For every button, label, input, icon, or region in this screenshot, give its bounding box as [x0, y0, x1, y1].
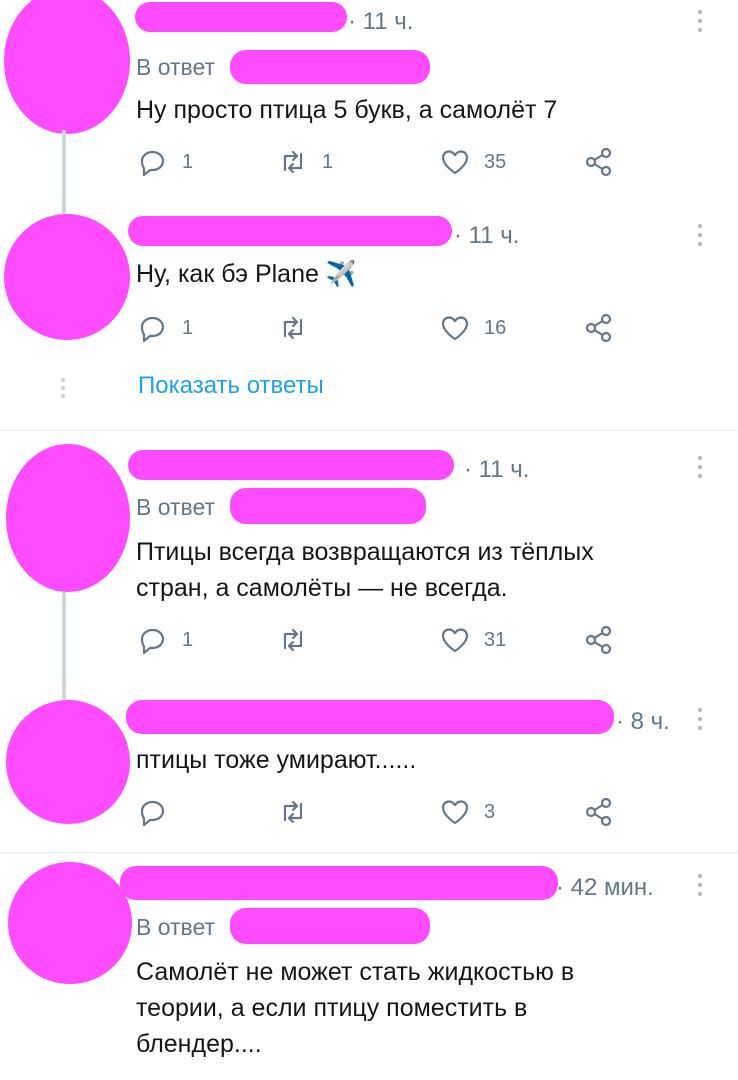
- like-button[interactable]: 31: [438, 624, 506, 656]
- retweet-icon: [283, 628, 303, 652]
- tweet-text: Самолёт не может стать жидкостью в теори…: [136, 954, 696, 1062]
- share-button[interactable]: [582, 624, 616, 656]
- tweet-text-line: теории, а если птицу поместить в: [136, 994, 528, 1022]
- share-icon: [585, 625, 612, 655]
- tweet-text: Птицы всегда возвращаются из тёплых стра…: [136, 534, 696, 606]
- reply-button[interactable]: 1: [136, 312, 193, 344]
- like-icon: [441, 628, 469, 653]
- tweet-text: Ну, как бэ Plane ✈️: [136, 260, 357, 288]
- avatar[interactable]: [4, 214, 130, 340]
- redacted-reply-handle: [230, 908, 430, 944]
- redacted-username: [128, 216, 452, 246]
- like-button[interactable]: 16: [438, 312, 506, 344]
- redacted-reply-handle: [230, 488, 426, 524]
- tweet-text-line: стран, а самолёты — не всегда.: [136, 574, 508, 602]
- reply-icon: [140, 150, 165, 177]
- tweet-text-line: Птицы всегда возвращаются из тёплых: [136, 538, 594, 566]
- share-button[interactable]: [582, 146, 616, 178]
- like-count: 31: [484, 628, 507, 651]
- tweet-actions: 1 31: [136, 624, 656, 656]
- retweet-button[interactable]: [276, 796, 322, 828]
- thread-line: [62, 592, 66, 700]
- avatar[interactable]: [6, 700, 130, 824]
- redacted-username: [120, 866, 558, 900]
- tweet-actions: 3: [136, 796, 656, 828]
- like-icon: [441, 150, 469, 175]
- divider: [0, 430, 738, 431]
- reply-to-label: В ответ: [136, 914, 216, 940]
- tweet-time: · 11 ч.: [454, 222, 520, 249]
- tweet-actions: 1 16: [136, 312, 656, 344]
- tweet-time: · 8 ч.: [616, 708, 670, 735]
- reply-button[interactable]: [136, 796, 182, 828]
- redacted-reply-handle: [230, 50, 430, 84]
- divider: [0, 852, 738, 853]
- retweet-button[interactable]: [276, 624, 322, 656]
- thread-continuation-dots: [60, 378, 66, 402]
- tweet-text-line: блендер....: [136, 1030, 262, 1058]
- tweet-time: · 11 ч.: [464, 456, 530, 483]
- retweet-button[interactable]: [276, 312, 322, 344]
- tweet-time: · 42 мин.: [556, 874, 654, 901]
- reply-to-label: В ответ: [136, 494, 216, 520]
- more-icon[interactable]: [694, 10, 706, 46]
- tweet-text: Ну просто птица 5 букв, а самолёт 7: [136, 96, 558, 124]
- like-button[interactable]: 35: [438, 146, 506, 178]
- retweet-icon: [283, 150, 303, 174]
- share-icon: [585, 797, 612, 827]
- reply-button[interactable]: 1: [136, 146, 193, 178]
- reply-icon: [140, 800, 165, 827]
- share-icon: [585, 147, 612, 177]
- tweet-actions: 1 1 35: [136, 146, 656, 178]
- show-replies-link[interactable]: Показать ответы: [138, 372, 324, 400]
- like-count: 3: [484, 800, 496, 823]
- retweet-icon: [283, 316, 303, 340]
- tweet-text: птицы тоже умирают......: [136, 746, 417, 774]
- redacted-username: [135, 2, 347, 32]
- reply-icon: [140, 628, 165, 655]
- retweet-count: 1: [322, 150, 334, 173]
- reply-to-label: В ответ: [136, 54, 216, 80]
- share-button[interactable]: [582, 796, 616, 828]
- more-icon[interactable]: [694, 456, 706, 492]
- share-icon: [585, 313, 612, 343]
- like-count: 16: [484, 316, 507, 339]
- like-icon: [441, 800, 469, 825]
- more-icon[interactable]: [694, 874, 706, 910]
- retweet-icon: [283, 800, 303, 824]
- reply-icon: [140, 316, 165, 343]
- reply-count: 1: [182, 150, 194, 173]
- more-icon[interactable]: [694, 708, 706, 744]
- tweet-time: · 11 ч.: [348, 8, 414, 35]
- avatar[interactable]: [8, 862, 132, 984]
- redacted-username: [128, 450, 454, 480]
- avatar[interactable]: [4, 0, 130, 134]
- tweet-text-line: Самолёт не может стать жидкостью в: [136, 958, 575, 986]
- reply-button[interactable]: 1: [136, 624, 193, 656]
- like-button[interactable]: 3: [438, 796, 495, 828]
- reply-count: 1: [182, 316, 194, 339]
- like-icon: [441, 316, 469, 341]
- more-icon[interactable]: [694, 224, 706, 260]
- share-button[interactable]: [582, 312, 616, 344]
- retweet-button[interactable]: 1: [276, 146, 333, 178]
- like-count: 35: [484, 150, 507, 173]
- avatar[interactable]: [6, 444, 130, 592]
- redacted-username: [126, 700, 614, 734]
- reply-count: 1: [182, 628, 194, 651]
